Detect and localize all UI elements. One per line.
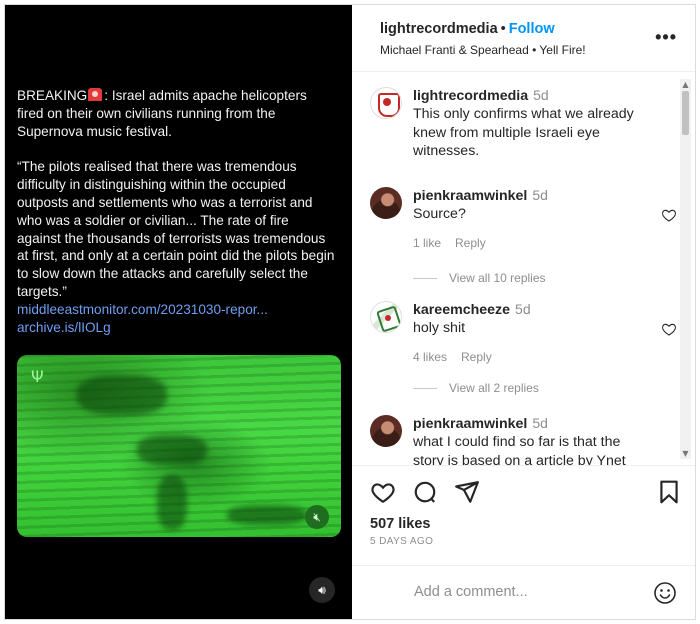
replies-divider — [413, 278, 437, 280]
comments-scrollbar[interactable]: ▲ ▼ — [680, 79, 691, 459]
source-link[interactable]: middleeastmonitor.com/20231030-repor... — [17, 301, 335, 319]
comment-username[interactable]: pienkraamwinkel — [413, 188, 527, 204]
view-replies[interactable]: View all 2 replies — [413, 381, 539, 395]
embedded-video[interactable]: Ψ 🔇︎ — [17, 355, 341, 537]
post-caption-overlay: BREAKING: Israel admits apache helicopte… — [17, 87, 335, 336]
like-heart-icon[interactable] — [370, 479, 396, 505]
reply-button[interactable]: Reply — [461, 350, 492, 364]
comment-username[interactable]: kareemcheeze — [413, 302, 510, 318]
comments-list: lightrecordmedia 5d This only confirms wh… — [352, 73, 695, 465]
video-shadow — [157, 475, 187, 530]
post-date: 5 DAYS AGO — [370, 536, 434, 547]
siren-icon — [88, 88, 103, 101]
post-header: lightrecordmedia • Follow Michael Franti &… — [352, 5, 695, 72]
comment-username[interactable]: lightrecordmedia — [413, 88, 528, 104]
comment-body: lightrecordmedia 5d This only confirms wh… — [413, 87, 653, 161]
emoji-icon[interactable] — [653, 581, 677, 605]
heart-icon[interactable] — [661, 207, 677, 223]
comment-meta: 4 likes Reply — [413, 350, 653, 364]
comment-likes[interactable]: 4 likes — [413, 350, 447, 364]
action-bar: 507 likes 5 DAYS AGO — [352, 465, 695, 565]
comment-header: lightrecordmedia 5d — [413, 87, 653, 105]
reply-button[interactable]: Reply — [455, 236, 486, 250]
replies-divider — [413, 388, 437, 390]
more-options-icon[interactable]: ••• — [655, 27, 677, 48]
video-shadow — [227, 505, 307, 525]
comment-body: kareemcheeze 5d holy shit 4 likes Reply — [413, 301, 676, 364]
comment-input[interactable] — [414, 580, 644, 604]
header-separator: • — [500, 21, 506, 37]
breaking-label: BREAKING — [17, 88, 88, 103]
scrollbar-thumb[interactable] — [682, 91, 689, 135]
avatar[interactable] — [370, 301, 402, 333]
speaker-icon[interactable]: 🔊︎ — [309, 577, 335, 603]
comment-text: what I could find so far is that the sto… — [413, 434, 626, 465]
comment-header: pienkraamwinkel 5d — [413, 187, 653, 205]
post-media[interactable]: BREAKING: Israel admits apache helicopte… — [5, 5, 352, 619]
comment-time: 5d — [532, 187, 548, 203]
antenna-icon: Ψ — [31, 367, 44, 386]
comment-username[interactable]: pienkraamwinkel — [413, 416, 527, 432]
comment-time: 5d — [532, 415, 548, 431]
comment-time: 5d — [533, 87, 549, 103]
comment-text: holy shit — [413, 320, 466, 336]
comment-text: Source? — [413, 206, 466, 222]
view-replies[interactable]: View all 10 replies — [413, 271, 546, 285]
heart-icon[interactable] — [661, 321, 677, 337]
comment-body: pienkraamwinkel 5d Source? 1 like Reply — [413, 187, 676, 250]
save-bookmark-icon[interactable] — [656, 479, 682, 505]
avatar[interactable] — [370, 87, 402, 119]
view-replies-label[interactable]: View all 10 replies — [449, 271, 546, 285]
avatar[interactable] — [370, 415, 402, 447]
view-replies-label[interactable]: View all 2 replies — [449, 381, 539, 395]
muted-speaker-icon[interactable]: 🔇︎ — [305, 505, 329, 529]
likes-count[interactable]: 507 likes — [370, 516, 430, 532]
quote-paragraph: “The pilots realised that there was trem… — [17, 159, 335, 299]
add-comment-bar — [352, 565, 695, 619]
header-username-row: lightrecordmedia • Follow — [380, 21, 555, 37]
video-shadow — [77, 375, 167, 415]
comment-time: 5d — [515, 301, 531, 317]
video-shadow — [137, 435, 207, 465]
comment-header: kareemcheeze 5d — [413, 301, 653, 319]
music-track[interactable]: Michael Franti & Spearhead • Yell Fire! — [380, 43, 586, 57]
comment-likes[interactable]: 1 like — [413, 236, 441, 250]
comment-body: pienkraamwinkel 5d what I could find so f… — [413, 415, 653, 465]
header-username[interactable]: lightrecordmedia — [380, 21, 498, 37]
follow-button[interactable]: Follow — [509, 21, 555, 37]
comment-meta: 1 like Reply — [413, 236, 653, 250]
scroll-down-icon[interactable]: ▼ — [681, 449, 690, 458]
comment-text: This only confirms what we already knew … — [413, 106, 634, 160]
headline-paragraph: BREAKING: Israel admits apache helicopte… — [17, 87, 335, 140]
avatar[interactable] — [370, 187, 402, 219]
comment-header: pienkraamwinkel 5d — [413, 415, 653, 433]
post-modal: BREAKING: Israel admits apache helicopte… — [4, 4, 696, 620]
post-sidebar: lightrecordmedia • Follow Michael Franti &… — [352, 5, 695, 619]
scroll-up-icon[interactable]: ▲ — [681, 80, 690, 89]
archive-link[interactable]: archive.is/lIOLg — [17, 319, 335, 337]
share-send-icon[interactable] — [454, 479, 480, 505]
comment-bubble-icon[interactable] — [412, 479, 438, 505]
